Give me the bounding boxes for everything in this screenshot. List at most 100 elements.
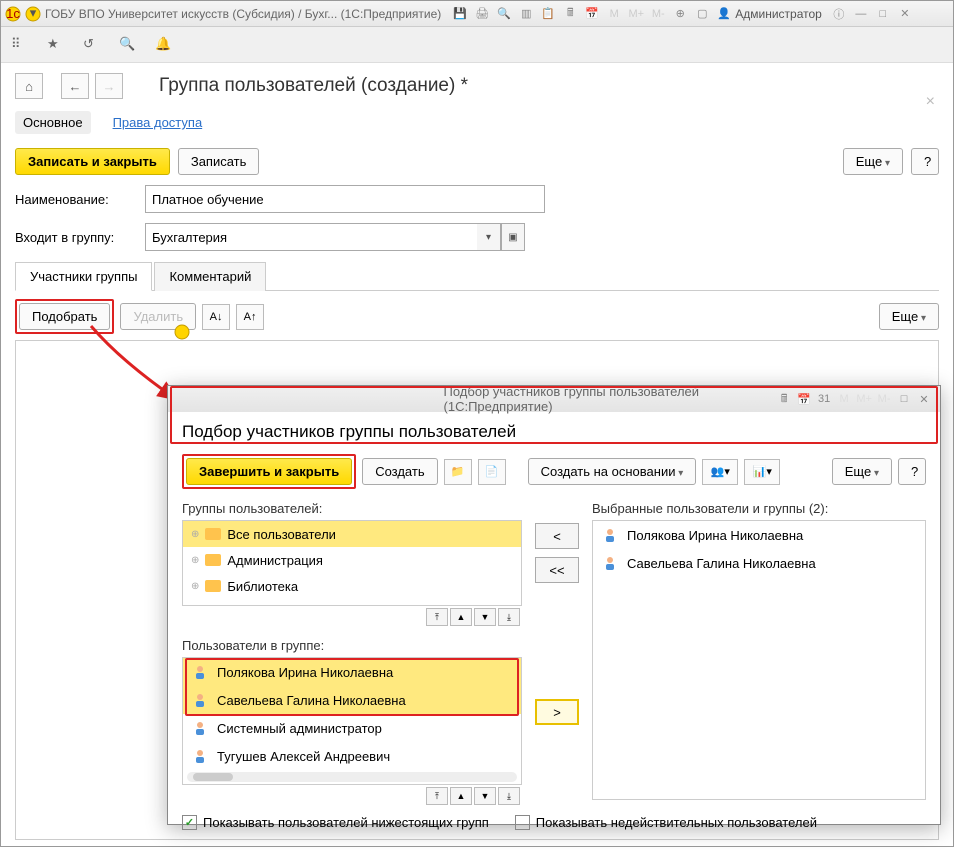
members-more-button[interactable]: Еще [879, 303, 939, 330]
list-item[interactable]: Полякова Ирина Николаевна [183, 658, 521, 686]
create-button[interactable]: Создать [362, 458, 437, 485]
bell-icon[interactable]: 🔔 [155, 36, 173, 54]
selected-list[interactable]: Полякова Ирина Николаевна Савельева Гали… [592, 520, 926, 800]
user-name: Савельева Галина Николаевна [217, 693, 406, 708]
back-button[interactable]: ← [61, 73, 89, 99]
checkbox-sublevels[interactable]: ✓ [182, 815, 197, 830]
group-input[interactable] [145, 223, 477, 251]
page-title: Группа пользователей (создание) * [159, 75, 468, 97]
users-btn-icon[interactable]: 👥▾ [702, 459, 738, 485]
save-button[interactable]: Записать [178, 148, 260, 175]
tree-label: Администрация [227, 553, 323, 568]
calc-icon[interactable]: 🖩 [560, 4, 580, 24]
groups-tree[interactable]: ⊕ Все пользователи ⊕ Администрация ⊕Библио… [182, 520, 522, 606]
close-icon[interactable]: ✕ [895, 4, 915, 24]
dlg-date-icon[interactable]: 31 [815, 389, 833, 409]
nav-last-icon[interactable]: ⤓ [498, 608, 520, 626]
folder-add-icon[interactable]: 📁 [444, 459, 472, 485]
dlg-help-button[interactable]: ? [898, 458, 926, 485]
apps-icon[interactable]: ⠿ [11, 36, 29, 54]
list-item[interactable]: Савельева Галина Николаевна [593, 549, 925, 577]
save-close-button[interactable]: Записать и закрыть [15, 148, 170, 175]
compare-icon[interactable]: ▥ [516, 4, 536, 24]
list-item[interactable]: Савельева Галина Николаевна [183, 686, 521, 714]
person-icon [193, 721, 207, 735]
panels-icon[interactable]: ▢ [692, 4, 712, 24]
name-input[interactable] [145, 185, 545, 213]
save-icon[interactable]: 💾 [450, 4, 470, 24]
combo-dropdown-icon[interactable]: ▾ [477, 223, 501, 251]
checkbox-inactive[interactable] [515, 815, 530, 830]
add-one-button[interactable]: > [535, 699, 579, 725]
svg-text:1c: 1c [6, 6, 20, 21]
expand-icon[interactable]: ⊕ [191, 581, 199, 592]
person-icon [603, 528, 617, 542]
tree-row[interactable]: ⊕ Все пользователи [183, 521, 521, 547]
remove-one-button[interactable]: < [535, 523, 579, 549]
tab-rights[interactable]: Права доступа [105, 111, 211, 134]
more-button[interactable]: Еще [843, 148, 903, 175]
nav-up-icon[interactable]: ▲ [450, 608, 472, 626]
svg-text:▾: ▾ [30, 6, 37, 20]
list-item[interactable]: Тугушев Алексей Андреевич [183, 742, 521, 770]
create-based-button[interactable]: Создать на основании [528, 458, 697, 485]
pick-highlight: Подобрать [15, 299, 114, 334]
finish-button[interactable]: Завершить и закрыть [186, 458, 352, 485]
dlg-more-button[interactable]: Еще [832, 458, 892, 485]
home-button[interactable]: ⌂ [15, 73, 43, 99]
print-icon[interactable]: 🖨 [472, 4, 492, 24]
tree-nav: ⤒ ▲ ▼ ⤓ [182, 606, 522, 628]
combo-open-icon[interactable]: ▣ [501, 223, 525, 251]
nav-last-icon[interactable]: ⤓ [498, 787, 520, 805]
history-icon[interactable]: ↺ [83, 36, 101, 54]
tab-members[interactable]: Участники группы [15, 262, 152, 291]
calendar-icon[interactable]: 📅 [582, 4, 602, 24]
forward-button[interactable]: → [95, 73, 123, 99]
dlg-maximize-icon[interactable]: □ [895, 389, 913, 409]
maximize-icon[interactable]: □ [873, 4, 893, 24]
minimize-icon[interactable]: — [851, 4, 871, 24]
mplus-icon[interactable]: M+ [626, 4, 646, 24]
tab-main[interactable]: Основное [15, 111, 91, 134]
dlg-calc-icon[interactable]: 🖩 [775, 389, 793, 409]
selected-label: Выбранные пользователи и группы (2): [592, 501, 926, 516]
preview-icon[interactable]: 🔍 [494, 4, 514, 24]
nav-down-icon[interactable]: ▼ [474, 608, 496, 626]
tree-row[interactable]: ⊕Библиотека [183, 573, 521, 599]
tree-label: Все пользователи [227, 527, 336, 542]
nav-down-icon[interactable]: ▼ [474, 787, 496, 805]
nav-first-icon[interactable]: ⤒ [426, 787, 448, 805]
report-btn-icon[interactable]: 📊▾ [744, 459, 780, 485]
scrollbar-thumb[interactable] [193, 773, 233, 781]
users-list[interactable]: Полякова Ирина Николаевна Савельева Гали… [182, 657, 522, 785]
tree-row[interactable]: ⊕ Администрация [183, 547, 521, 573]
dialog-heading: Подбор участников группы пользователей [182, 422, 926, 442]
help-button[interactable]: ? [911, 148, 939, 175]
user-name[interactable]: Администратор [735, 7, 822, 21]
clipboard-icon[interactable]: 📋 [538, 4, 558, 24]
nav-up-icon[interactable]: ▲ [450, 787, 472, 805]
m-icon[interactable]: M [604, 4, 624, 24]
list-item[interactable]: Системный администратор [183, 714, 521, 742]
info-icon[interactable]: ⓘ [829, 4, 849, 24]
star-icon[interactable]: ★ [47, 36, 65, 54]
page-close-icon[interactable]: × [926, 93, 935, 111]
expand-icon[interactable]: ⊕ [191, 555, 199, 566]
scrollbar[interactable] [187, 772, 517, 782]
nav-first-icon[interactable]: ⤒ [426, 608, 448, 626]
dlg-close-icon[interactable]: ✕ [915, 389, 933, 409]
dlg-calendar-icon[interactable]: 📅 [795, 389, 813, 409]
dropdown-icon[interactable]: ▾ [25, 6, 41, 22]
user-name: Тугушев Алексей Андреевич [217, 749, 390, 764]
expand-icon[interactable]: ⊕ [191, 529, 199, 540]
mminus-icon[interactable]: M- [648, 4, 668, 24]
group-icon [205, 553, 221, 567]
chk1-label: Показывать пользователей нижестоящих гру… [203, 815, 489, 830]
tab-comment[interactable]: Комментарий [154, 262, 266, 291]
remove-all-button[interactable]: << [535, 557, 579, 583]
zoom-icon[interactable]: ⊕ [670, 4, 690, 24]
user-icon[interactable]: 👤 [714, 4, 734, 24]
search-icon[interactable]: 🔍 [119, 36, 137, 54]
pick-button[interactable]: Подобрать [19, 303, 110, 330]
list-item[interactable]: Полякова Ирина Николаевна [593, 521, 925, 549]
